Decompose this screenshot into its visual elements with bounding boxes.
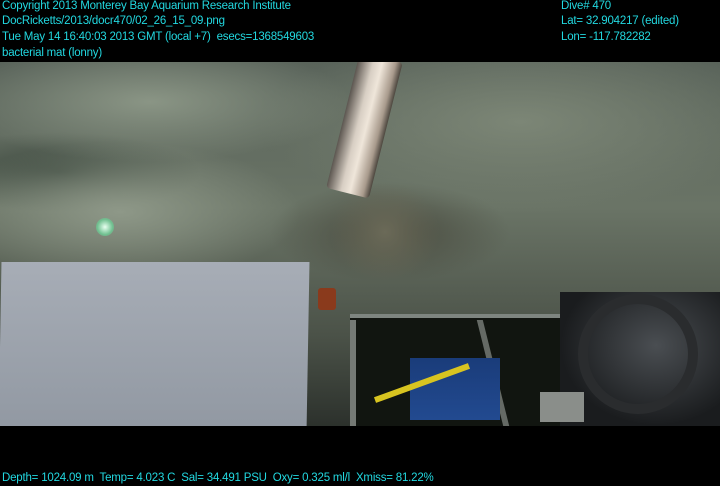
manipulator-ring xyxy=(578,294,698,414)
tray-rail xyxy=(350,320,356,426)
copyright-text: Copyright 2013 Monterey Bay Aquarium Res… xyxy=(2,0,291,12)
file-path-text: DocRicketts/2013/docr470/02_26_15_09.png xyxy=(2,15,225,27)
rov-frame-grab: Copyright 2013 Monterey Bay Aquarium Res… xyxy=(0,0,720,486)
timestamp-text: Tue May 14 16:40:03 2013 GMT (local +7) … xyxy=(2,31,315,43)
sediment-plume xyxy=(330,182,440,282)
marker-light xyxy=(96,218,114,236)
longitude-text: Lon= -117.782282 xyxy=(561,31,651,43)
dive-number-text: Dive# 470 xyxy=(561,0,611,12)
sensor-readout: Depth= 1024.09 m Temp= 4.023 C Sal= 34.4… xyxy=(2,472,434,484)
seafloor-image xyxy=(0,62,720,426)
push-core-tube xyxy=(326,62,403,199)
red-canister xyxy=(318,288,336,310)
annotation-text: bacterial mat (lonny) xyxy=(2,47,102,59)
arm-block xyxy=(540,392,584,422)
rov-panel xyxy=(0,262,310,426)
latitude-text: Lat= 32.904217 (edited) xyxy=(561,15,679,27)
